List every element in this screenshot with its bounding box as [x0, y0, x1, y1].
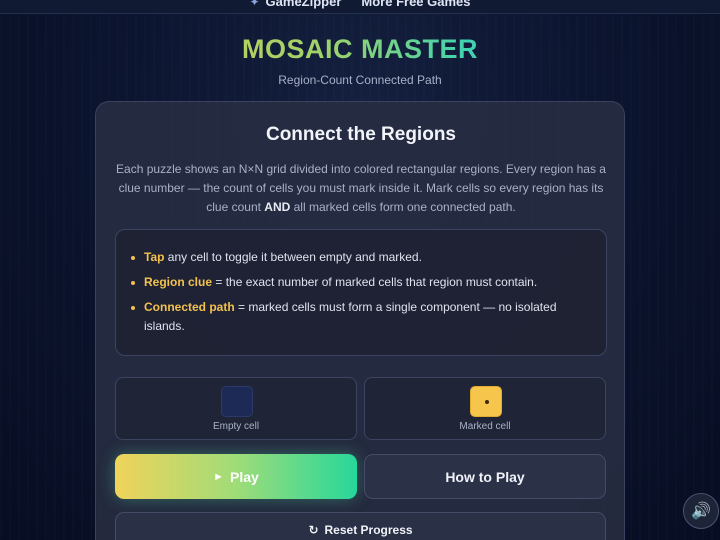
puzzle-icon: ✦	[249, 0, 260, 9]
brand-link[interactable]: ✦ GameZipper	[249, 0, 341, 9]
play-label: Play	[230, 468, 259, 485]
game-title: MOSAIC MASTER	[0, 34, 720, 65]
speaker-icon: 🔊	[691, 503, 711, 520]
reset-progress-button[interactable]: ↻ Reset Progress	[115, 512, 606, 540]
top-nav-bar: ✦ GameZipper More Free Games	[0, 0, 720, 14]
game-subtitle: Region-Count Connected Path	[278, 73, 442, 87]
rule-item: Connected path = marked cells must form …	[131, 298, 592, 336]
rules-box: Tap any cell to toggle it between empty …	[115, 229, 607, 356]
play-button[interactable]: ► Play	[115, 454, 357, 499]
rule-item: Tap any cell to toggle it between empty …	[131, 248, 592, 267]
description-emphasis: AND	[264, 200, 291, 214]
reset-label: Reset Progress	[324, 523, 413, 537]
rule-key: Connected path	[144, 300, 235, 314]
card-title: Connect the Regions	[265, 124, 456, 145]
rule-text: = the exact number of marked cells that …	[212, 275, 538, 289]
rule-text: any cell to toggle it between empty and …	[164, 250, 422, 264]
reset-icon: ↻	[308, 523, 319, 537]
how-to-play-label: How to Play	[445, 468, 525, 485]
marked-cell-swatch	[470, 386, 502, 417]
rule-item: Region clue = the exact number of marked…	[131, 273, 592, 292]
bullet-dot	[131, 281, 135, 285]
legend-marked: Marked cell	[364, 377, 606, 440]
description-text-2: all marked cells form one connected path…	[290, 200, 516, 214]
how-to-play-button[interactable]: How to Play	[364, 454, 606, 499]
legend-empty: Empty cell	[115, 377, 357, 440]
sound-toggle-button[interactable]: 🔊	[683, 493, 719, 529]
legend-marked-label: Marked cell	[459, 421, 511, 432]
brand-name: GameZipper	[265, 0, 342, 9]
play-icon: ►	[213, 470, 225, 483]
intro-card: Connect the Regions Each puzzle shows an…	[95, 101, 625, 540]
card-description: Each puzzle shows an N×N grid divided in…	[116, 160, 606, 217]
legend-empty-label: Empty cell	[212, 421, 260, 432]
more-games-link[interactable]: More Free Games	[361, 0, 470, 9]
bullet-dot	[131, 256, 135, 260]
rule-key: Tap	[144, 250, 165, 264]
rule-key: Region clue	[144, 275, 213, 289]
bullet-dot	[131, 306, 135, 310]
empty-cell-swatch	[221, 386, 253, 417]
